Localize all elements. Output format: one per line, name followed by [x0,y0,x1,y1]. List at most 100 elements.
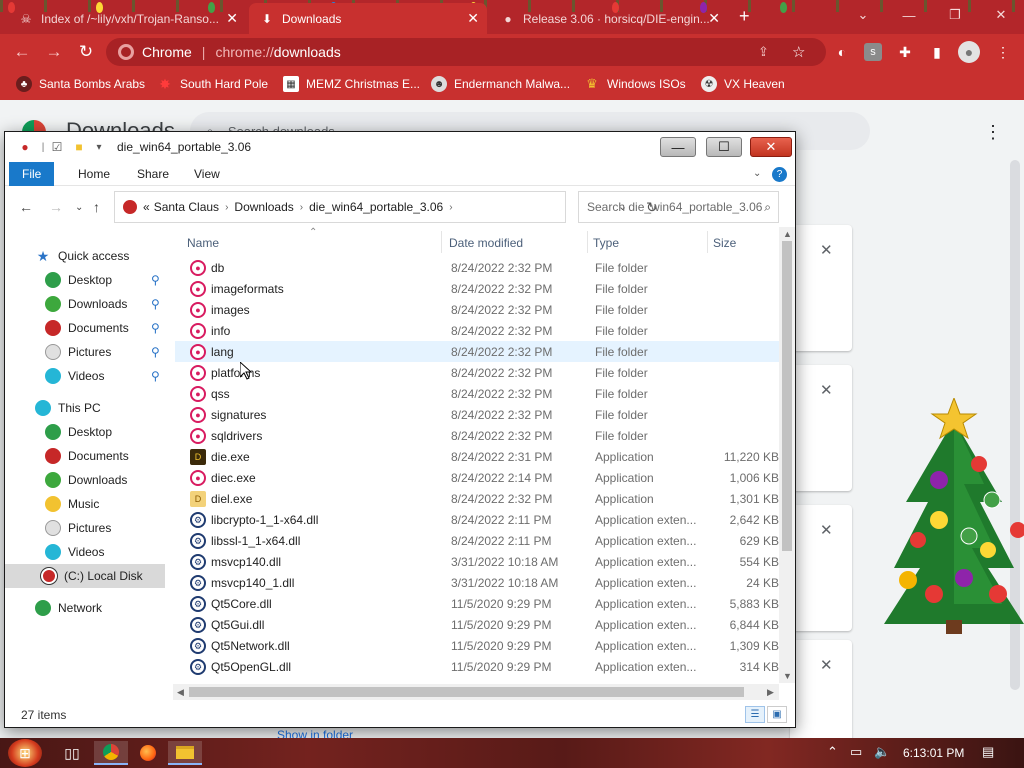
remove-download-icon[interactable]: ✕ [820,656,833,674]
table-row[interactable]: ⚙ Qt5Gui.dll 11/5/2020 9:29 PM Application … [175,614,779,635]
tab-view[interactable]: View [181,162,233,186]
scrollbar-thumb[interactable] [189,687,744,697]
nav-item-pictures[interactable]: Pictures ⚲ [5,340,165,364]
new-folder-icon[interactable]: ■ [71,139,87,155]
task-view-icon[interactable]: ▯▯ [55,741,89,765]
forward-icon[interactable]: → [49,199,63,215]
table-row[interactable]: ⚙ msvcp140.dll 3/31/2022 10:18 AM Applicati… [175,551,779,572]
column-header-date[interactable]: Date modified [449,236,523,250]
forward-icon[interactable]: → [42,40,66,64]
column-divider[interactable] [707,231,708,253]
chrome-menu-icon[interactable]: ⋮ [994,43,1012,61]
bookmark-memz[interactable]: ▦ MEMZ Christmas E... [283,76,420,92]
nav-item-videos[interactable]: Videos [5,540,165,564]
address-bar[interactable]: Chrome | chrome:// downloads ⇪ ☆ [106,38,826,66]
nav-item-music[interactable]: Music [5,492,165,516]
tab-index-of[interactable]: ☠ Index of /~lily/vxh/Trojan-Ranso... ✕ [8,3,246,34]
column-header-name[interactable]: Name [187,236,219,250]
nav-item-desktop[interactable]: Desktop ⚲ [5,268,165,292]
extension-s-icon[interactable]: s [864,43,882,61]
properties-icon[interactable]: ☑ [49,139,65,155]
restore-icon[interactable]: ❐ [932,0,978,30]
table-row[interactable]: ● qss 8/24/2022 2:32 PM File folder [175,383,779,404]
details-view-icon[interactable]: ☰ [745,706,765,723]
close-window-icon[interactable]: ✕ [978,0,1024,30]
nav-this-pc[interactable]: This PC [5,396,165,420]
site-chip[interactable]: Chrome [118,44,192,60]
minimize-icon[interactable]: — [886,0,932,30]
side-panel-icon[interactable]: ▮ [928,43,946,61]
nav-item-local-disk[interactable]: (C:) Local Disk [5,564,165,588]
horizontal-scrollbar[interactable]: ◀ ▶ [173,684,779,700]
explorer-search-input[interactable]: Search die_win64_portable_3.06 ⌕ [578,191,779,223]
table-row[interactable]: ⚙ Qt5Core.dll 11/5/2020 9:29 PM Application… [175,593,779,614]
tab-home[interactable]: Home [65,162,123,186]
breadcrumb-overflow[interactable]: « [143,200,150,214]
notifications-icon[interactable]: ▤ [982,744,994,760]
table-row[interactable]: ● signatures 8/24/2022 2:32 PM File folder [175,404,779,425]
nav-item-documents[interactable]: Documents [5,444,165,468]
reload-icon[interactable]: ↻ [74,40,98,64]
profile-avatar-icon[interactable]: ● [958,41,980,63]
vertical-scrollbar[interactable]: ▲ ▼ [779,227,795,683]
recent-locations-icon[interactable]: ⌄ [75,202,83,213]
up-folder-icon[interactable]: ↑ [93,199,100,215]
minimize-icon[interactable]: — [660,137,696,157]
table-row[interactable]: ⚙ Qt5Network.dll 11/5/2020 9:29 PM Applicat… [175,635,779,656]
close-tab-icon[interactable]: ✕ [467,10,479,27]
bookmark-south-hard-pole[interactable]: ✸ South Hard Pole [157,76,268,92]
extension-flag-icon[interactable]: ◐ [833,43,851,61]
large-icons-view-icon[interactable]: ▣ [767,706,787,723]
show-hidden-icons-icon[interactable]: ⌃ [827,744,838,760]
bookmark-vx-heaven[interactable]: ☢ VX Heaven [701,76,785,92]
remove-download-icon[interactable]: ✕ [820,381,833,399]
table-row[interactable]: ⚙ libssl-1_1-x64.dll 8/24/2022 2:11 PM Appl… [175,530,779,551]
back-icon[interactable]: ← [19,199,33,215]
breadcrumb-chevron-icon[interactable]: › [225,202,228,213]
table-row[interactable]: ⚙ msvcp140_1.dll 3/31/2022 10:18 AM Applica… [175,572,779,593]
table-row[interactable]: ● sqldrivers 8/24/2022 2:32 PM File folder [175,425,779,446]
column-divider[interactable] [441,231,442,253]
breadcrumb-item-santa-claus[interactable]: Santa Claus [154,200,219,214]
table-row[interactable]: ⚙ libcrypto-1_1-x64.dll 8/24/2022 2:11 PM A… [175,509,779,530]
table-row[interactable]: Ddie.exe 8/24/2022 2:31 PM Application 11,2… [175,446,779,467]
scroll-up-icon[interactable]: ▲ [783,229,792,239]
close-tab-icon[interactable]: ✕ [708,10,720,27]
table-row[interactable]: ● imageformats 8/24/2022 2:32 PM File folde… [175,278,779,299]
column-divider[interactable] [587,231,588,253]
table-row[interactable]: ● diec.exe 8/24/2022 2:14 PM Application 1,0… [175,467,779,488]
scrollbar-thumb[interactable] [782,241,792,551]
nav-item-downloads[interactable]: Downloads ⚲ [5,292,165,316]
extensions-puzzle-icon[interactable]: ✚ [896,43,914,61]
nav-network[interactable]: Network [5,596,165,620]
new-tab-button[interactable]: + [739,6,750,27]
scroll-right-icon[interactable]: ▶ [767,687,774,698]
share-icon[interactable]: ⇪ [758,44,769,60]
table-row[interactable]: ● platforms 8/24/2022 2:32 PM File folder [175,362,779,383]
column-header-size[interactable]: Size [713,236,736,250]
bookmark-santa-bombs[interactable]: ♣ Santa Bombs Arabs [16,76,145,92]
table-row[interactable]: ⚙ Qt5OpenGL.dll 11/5/2020 9:29 PM Applicati… [175,656,779,677]
help-icon[interactable]: ? [772,167,787,182]
quick-access-toolbar-dropdown-icon[interactable]: ▾ [91,139,107,155]
firefox-icon[interactable] [131,741,165,765]
scroll-left-icon[interactable]: ◀ [177,687,184,698]
tab-downloads[interactable]: ⬇ Downloads ✕ [249,3,487,34]
remove-download-icon[interactable]: ✕ [820,241,833,259]
scroll-down-icon[interactable]: ▼ [783,671,792,681]
bookmark-endermanch[interactable]: ☻ Endermanch Malwa... [431,76,570,92]
chrome-icon[interactable] [94,741,128,765]
remove-download-icon[interactable]: ✕ [820,521,833,539]
more-actions-icon[interactable]: ⋮ [984,122,1002,143]
table-row[interactable]: ● lang 8/24/2022 2:32 PM File folder [175,341,779,362]
volume-icon[interactable]: 🔈 [874,744,890,760]
tab-search-icon[interactable]: ⌄ [840,0,886,30]
nav-item-documents[interactable]: Documents ⚲ [5,316,165,340]
table-row[interactable]: Ddiel.exe 8/24/2022 2:32 PM Application 1,3… [175,488,779,509]
file-explorer-icon[interactable] [168,741,202,765]
maximize-icon[interactable]: ☐ [706,137,742,157]
breadcrumb[interactable]: « Santa Claus › Downloads › die_win64_po… [114,191,658,223]
start-button[interactable]: ⊞ [8,739,42,767]
close-icon[interactable]: ✕ [750,137,792,157]
taskbar-clock[interactable]: 6:13:01 PM [903,746,964,760]
